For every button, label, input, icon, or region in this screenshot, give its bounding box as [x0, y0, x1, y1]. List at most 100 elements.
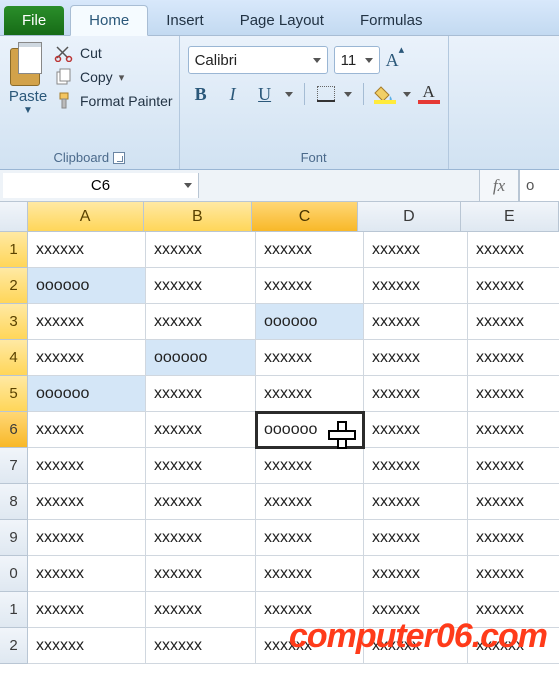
format-painter-button[interactable]: Format Painter — [54, 92, 173, 110]
tab-insert[interactable]: Insert — [148, 6, 222, 35]
cell[interactable]: xxxxxx — [28, 556, 146, 592]
cell[interactable]: xxxxxx — [468, 304, 559, 340]
cell[interactable]: xxxxxx — [28, 484, 146, 520]
row-header[interactable]: 7 — [0, 448, 28, 484]
cell[interactable]: xxxxxx — [146, 556, 256, 592]
cell[interactable]: xxxxxx — [468, 268, 559, 304]
grow-font-button[interactable]: A▴ — [386, 49, 405, 71]
cell[interactable]: xxxxxx — [146, 448, 256, 484]
tab-home[interactable]: Home — [70, 5, 148, 36]
underline-dropdown[interactable] — [284, 92, 294, 97]
select-all-corner[interactable] — [0, 202, 28, 232]
copy-button[interactable]: Copy ▾ — [54, 68, 173, 86]
row-header[interactable]: 1 — [0, 592, 28, 628]
row-header[interactable]: 8 — [0, 484, 28, 520]
underline-button[interactable]: U — [252, 82, 278, 106]
cell[interactable]: xxxxxx — [468, 412, 559, 448]
paste-button[interactable]: Paste ▼ — [6, 40, 54, 148]
cell[interactable]: xxxxxx — [468, 484, 559, 520]
cell[interactable]: xxxxxx — [146, 412, 256, 448]
tab-formulas[interactable]: Formulas — [342, 6, 441, 35]
cell[interactable]: xxxxxx — [256, 340, 364, 376]
cell[interactable]: xxxxxx — [146, 520, 256, 556]
bold-button[interactable]: B — [188, 82, 214, 106]
cell[interactable]: xxxxxx — [468, 520, 559, 556]
cell[interactable]: xxxxxx — [28, 304, 146, 340]
cell[interactable]: xxxxxx — [28, 592, 146, 628]
borders-button[interactable] — [315, 84, 337, 104]
cell[interactable]: xxxxxx — [256, 268, 364, 304]
row-header[interactable]: 0 — [0, 556, 28, 592]
cell[interactable]: oooooo — [256, 304, 364, 340]
cell[interactable]: xxxxxx — [256, 448, 364, 484]
column-header[interactable]: D — [358, 202, 460, 232]
row-header[interactable]: 4 — [0, 340, 28, 376]
cell[interactable]: xxxxxx — [146, 628, 256, 664]
tab-file[interactable]: File — [4, 6, 64, 35]
column-header[interactable]: E — [461, 202, 559, 232]
borders-dropdown[interactable] — [343, 92, 353, 97]
row-header[interactable]: 9 — [0, 520, 28, 556]
row-header[interactable]: 5 — [0, 376, 28, 412]
cell[interactable]: oooooo — [256, 412, 364, 448]
cell[interactable]: xxxxxx — [364, 628, 468, 664]
cell[interactable]: xxxxxx — [364, 376, 468, 412]
cell[interactable]: xxxxxx — [256, 376, 364, 412]
cell[interactable]: xxxxxx — [468, 232, 559, 268]
cell[interactable]: oooooo — [28, 376, 146, 412]
cell[interactable]: xxxxxx — [468, 448, 559, 484]
cell[interactable]: xxxxxx — [256, 232, 364, 268]
cell[interactable]: xxxxxx — [146, 232, 256, 268]
copy-dropdown[interactable]: ▾ — [119, 71, 125, 84]
cell[interactable]: xxxxxx — [146, 268, 256, 304]
cell[interactable]: oooooo — [146, 340, 256, 376]
fill-color-button[interactable] — [374, 84, 396, 104]
cell[interactable]: xxxxxx — [468, 340, 559, 376]
cell[interactable]: xxxxxx — [364, 268, 468, 304]
cell[interactable]: xxxxxx — [468, 592, 559, 628]
cell[interactable]: xxxxxx — [28, 232, 146, 268]
cell[interactable]: xxxxxx — [146, 304, 256, 340]
cell[interactable]: xxxxxx — [468, 628, 559, 664]
cell[interactable]: xxxxxx — [468, 376, 559, 412]
cell[interactable]: xxxxxx — [364, 556, 468, 592]
cell[interactable]: xxxxxx — [364, 232, 468, 268]
cell[interactable]: xxxxxx — [364, 304, 468, 340]
row-header[interactable]: 2 — [0, 268, 28, 304]
cell[interactable]: xxxxxx — [364, 592, 468, 628]
column-header[interactable]: A — [28, 202, 144, 232]
tab-page-layout[interactable]: Page Layout — [222, 6, 342, 35]
cell[interactable]: xxxxxx — [468, 556, 559, 592]
cut-button[interactable]: Cut — [54, 44, 173, 62]
cell[interactable]: xxxxxx — [146, 484, 256, 520]
cell[interactable]: xxxxxx — [364, 340, 468, 376]
cell[interactable]: xxxxxx — [364, 484, 468, 520]
paste-dropdown[interactable]: ▼ — [23, 105, 33, 116]
formula-input[interactable]: o — [519, 170, 559, 201]
column-header[interactable]: C — [252, 202, 358, 232]
cell[interactable]: xxxxxx — [364, 448, 468, 484]
cell[interactable]: xxxxxx — [146, 592, 256, 628]
cell[interactable]: xxxxxx — [28, 628, 146, 664]
italic-button[interactable]: I — [220, 82, 246, 106]
cell[interactable]: xxxxxx — [256, 628, 364, 664]
column-header[interactable]: B — [144, 202, 252, 232]
font-color-button[interactable]: A — [418, 84, 440, 104]
row-header[interactable]: 6 — [0, 412, 28, 448]
font-name-combo[interactable]: Calibri — [188, 46, 328, 74]
fill-color-dropdown[interactable] — [402, 92, 412, 97]
row-header[interactable]: 2 — [0, 628, 28, 664]
clipboard-dialog-launcher[interactable] — [113, 152, 125, 164]
row-header[interactable]: 1 — [0, 232, 28, 268]
cell[interactable]: xxxxxx — [28, 520, 146, 556]
cell[interactable]: xxxxxx — [28, 412, 146, 448]
row-header[interactable]: 3 — [0, 304, 28, 340]
font-size-combo[interactable]: 11 — [334, 46, 380, 74]
name-box[interactable]: C6 — [3, 173, 199, 198]
cell[interactable]: xxxxxx — [28, 448, 146, 484]
cell[interactable]: oooooo — [28, 268, 146, 304]
cell[interactable]: xxxxxx — [256, 592, 364, 628]
cell[interactable]: xxxxxx — [364, 520, 468, 556]
cell[interactable]: xxxxxx — [256, 484, 364, 520]
cell[interactable]: xxxxxx — [28, 340, 146, 376]
